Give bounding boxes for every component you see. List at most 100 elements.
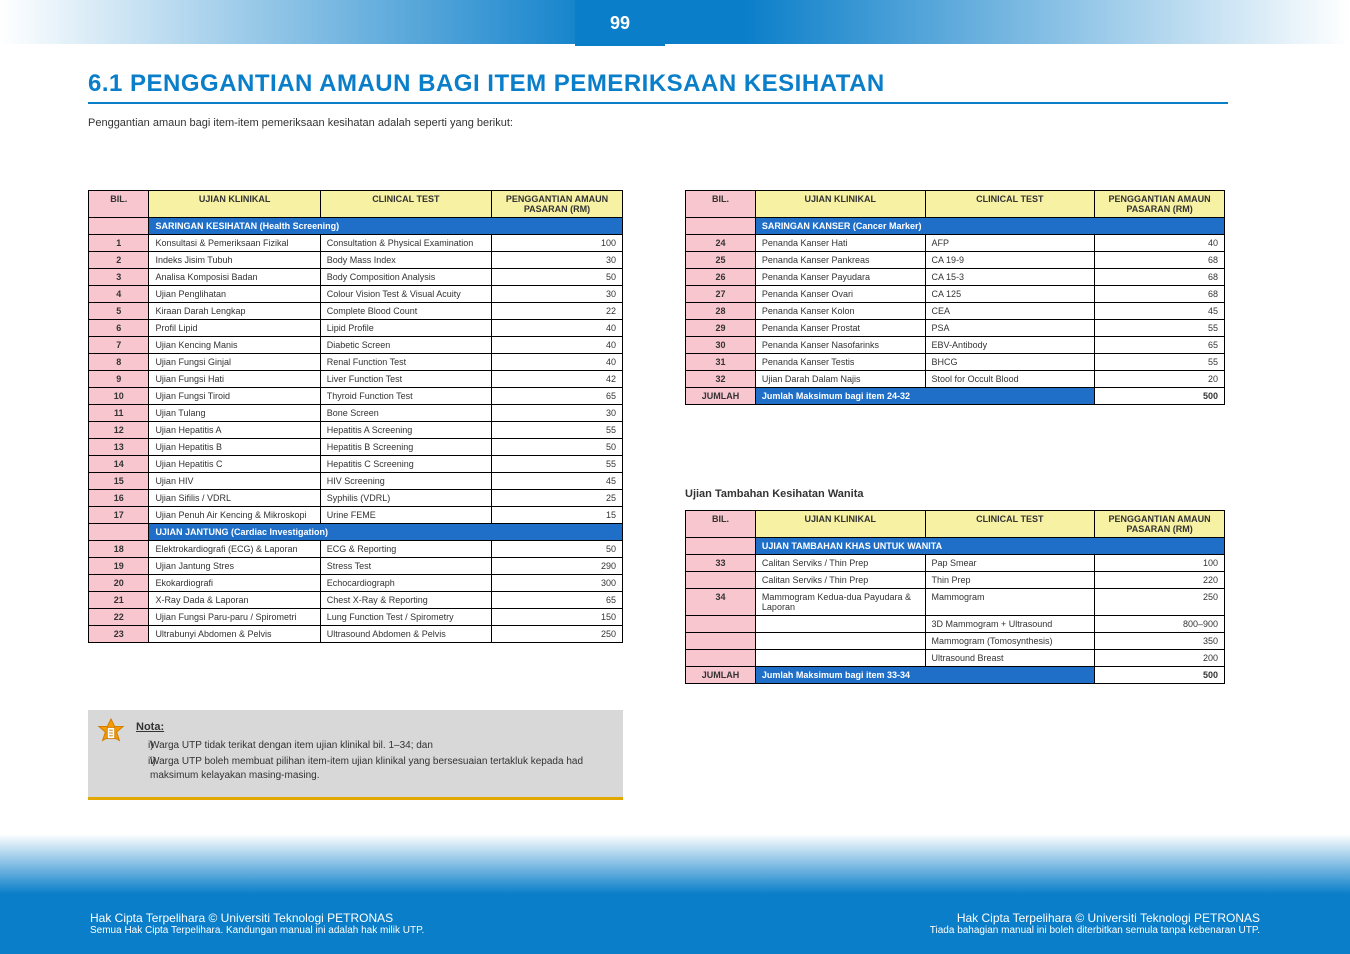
table-cell: Hepatitis B Screening [320, 439, 491, 456]
table-cell: Ujian Kencing Manis [149, 337, 320, 354]
t3-section: UJIAN TAMBAHAN KHAS UNTUK WANITA [755, 538, 1224, 555]
table-cell: 7 [89, 337, 149, 354]
note-line-2: ii)Warga UTP boleh membuat pilihan item-… [136, 755, 611, 783]
table-cell: 350 [1095, 633, 1225, 650]
table-cell: 55 [492, 456, 623, 473]
table-cell: 27 [686, 286, 756, 303]
table-cell: 24 [686, 235, 756, 252]
t2-h4: PENGGANTIAN AMAUN PASARAN (RM) [1095, 191, 1225, 218]
table-cell: Ujian Hepatitis A [149, 422, 320, 439]
table-cell: 3 [89, 269, 149, 286]
table-cell: 6 [89, 320, 149, 337]
table-cell: HIV Screening [320, 473, 491, 490]
table-cell: Ujian Penglihatan [149, 286, 320, 303]
table-cell: 30 [492, 286, 623, 303]
table-cell: 20 [1095, 371, 1225, 388]
table-cell: 8 [89, 354, 149, 371]
table-cell: Complete Blood Count [320, 303, 491, 320]
table-cell: Elektrokardiografi (ECG) & Laporan [149, 541, 320, 558]
table-cell: 45 [492, 473, 623, 490]
t3-h1: BIL. [686, 511, 756, 538]
table-cell: Urine FEME [320, 507, 491, 524]
table-cell: Syphilis (VDRL) [320, 490, 491, 507]
table-cell: 32 [686, 371, 756, 388]
table-cell: 50 [492, 541, 623, 558]
t3-jumlah-note: Jumlah Maksimum bagi item 33-34 [755, 667, 1094, 684]
table-cell: Consultation & Physical Examination [320, 235, 491, 252]
t2-jumlah-val: 500 [1095, 388, 1225, 405]
t3-h2: UJIAN KLINIKAL [755, 511, 925, 538]
table-cell: Stress Test [320, 558, 491, 575]
t2-jumlah-label: JUMLAH [686, 388, 756, 405]
table-cell: 31 [686, 354, 756, 371]
table-cell: Penanda Kanser Testis [755, 354, 925, 371]
note-icon [96, 718, 126, 748]
table-cell: Chest X-Ray & Reporting [320, 592, 491, 609]
footer-left: Hak Cipta Terpelihara © Universiti Tekno… [90, 911, 424, 936]
table-cell: 3D Mammogram + Ultrasound [925, 616, 1095, 633]
table-cell: 50 [492, 269, 623, 286]
t3-h3: CLINICAL TEST [925, 511, 1095, 538]
table-cell: 150 [492, 609, 623, 626]
t1-h2: UJIAN KLINIKAL [149, 191, 320, 218]
table-cell: 1 [89, 235, 149, 252]
table-cell: 22 [492, 303, 623, 320]
table-cell: Pap Smear [925, 555, 1095, 572]
t1-h1: BIL. [89, 191, 149, 218]
table-cell: 15 [89, 473, 149, 490]
table-cell: 55 [1095, 320, 1225, 337]
table-cell: Echocardiograph [320, 575, 491, 592]
note-title: Nota: [136, 720, 611, 735]
table-cell: 13 [89, 439, 149, 456]
table-cell: 30 [492, 405, 623, 422]
t2-section: SARINGAN KANSER (Cancer Marker) [755, 218, 1224, 235]
table-cell [686, 650, 756, 667]
table-cell: X-Ray Dada & Laporan [149, 592, 320, 609]
table-cell: 100 [1095, 555, 1225, 572]
table-cell: Thin Prep [925, 572, 1095, 589]
t2-h1: BIL. [686, 191, 756, 218]
table-cell: 18 [89, 541, 149, 558]
t1-h3: CLINICAL TEST [320, 191, 491, 218]
table-cell: CA 15-3 [925, 269, 1095, 286]
table-cell: EBV-Antibody [925, 337, 1095, 354]
top-band [0, 0, 1350, 44]
table-cell: 45 [1095, 303, 1225, 320]
table-cell: 16 [89, 490, 149, 507]
table-cell: 23 [89, 626, 149, 643]
table-cell: Ekokardiografi [149, 575, 320, 592]
table-cell: BHCG [925, 354, 1095, 371]
table-cell: 25 [492, 490, 623, 507]
page-number-tab: 99 [575, 0, 665, 46]
t1-section2: UJIAN JANTUNG (Cardiac Investigation) [149, 524, 623, 541]
section-title: 6.1 PENGGANTIAN AMAUN BAGI ITEM PEMERIKS… [88, 70, 885, 98]
table-cell: 2 [89, 252, 149, 269]
table-cell: Penanda Kanser Nasofarinks [755, 337, 925, 354]
table-cell: Diabetic Screen [320, 337, 491, 354]
title-rule [88, 102, 1228, 104]
table-cell: Ujian Siﬁlis / VDRL [149, 490, 320, 507]
table-cell: 5 [89, 303, 149, 320]
table-main: BIL. UJIAN KLINIKAL CLINICAL TEST PENGGA… [88, 190, 623, 643]
table-cell: Ujian Penuh Air Kencing & Mikroskopi [149, 507, 320, 524]
table-cell: 55 [1095, 354, 1225, 371]
table-cell: Ujian Jantung Stres [149, 558, 320, 575]
table-cell: Ultrasound Abdomen & Pelvis [320, 626, 491, 643]
table-cell: Liver Function Test [320, 371, 491, 388]
table-cell: 21 [89, 592, 149, 609]
table-cell: 65 [492, 592, 623, 609]
table-cell: Penanda Kanser Ovari [755, 286, 925, 303]
table-cell [686, 572, 756, 589]
table3-title: Ujian Tambahan Kesihatan Wanita [685, 488, 863, 500]
footer-right: Hak Cipta Terpelihara © Universiti Tekno… [930, 911, 1260, 936]
table-cell: Ujian Fungsi Tiroid [149, 388, 320, 405]
table-cell: 200 [1095, 650, 1225, 667]
table-cell: AFP [925, 235, 1095, 252]
table-cell: CEA [925, 303, 1095, 320]
table-cell [686, 633, 756, 650]
table-cell [755, 616, 925, 633]
table-cell: Profil Lipid [149, 320, 320, 337]
table-cell: 250 [1095, 589, 1225, 616]
table-cell: Ujian Darah Dalam Najis [755, 371, 925, 388]
table-cell: 30 [492, 252, 623, 269]
